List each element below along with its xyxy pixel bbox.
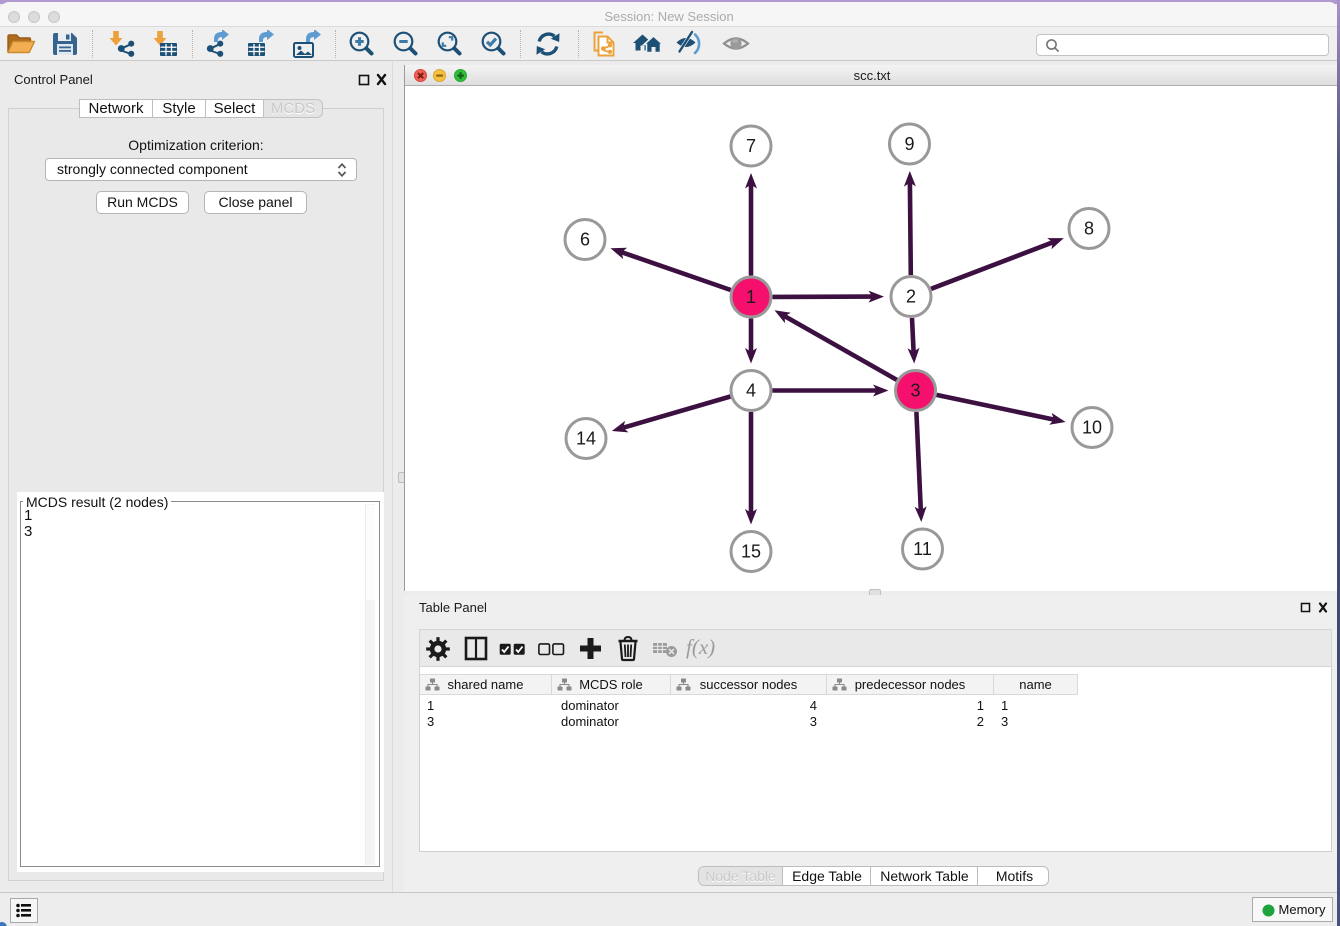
svg-text:6: 6 xyxy=(580,230,590,250)
svg-text:11: 11 xyxy=(913,539,932,559)
svg-text:10: 10 xyxy=(1082,418,1102,438)
svg-text:2: 2 xyxy=(906,287,916,307)
svg-text:14: 14 xyxy=(576,429,596,449)
svg-text:9: 9 xyxy=(904,134,914,154)
svg-text:15: 15 xyxy=(741,542,761,562)
svg-text:7: 7 xyxy=(746,136,756,156)
svg-text:8: 8 xyxy=(1084,219,1094,239)
svg-text:3: 3 xyxy=(910,381,920,401)
svg-text:4: 4 xyxy=(746,381,756,401)
svg-text:1: 1 xyxy=(746,287,756,307)
